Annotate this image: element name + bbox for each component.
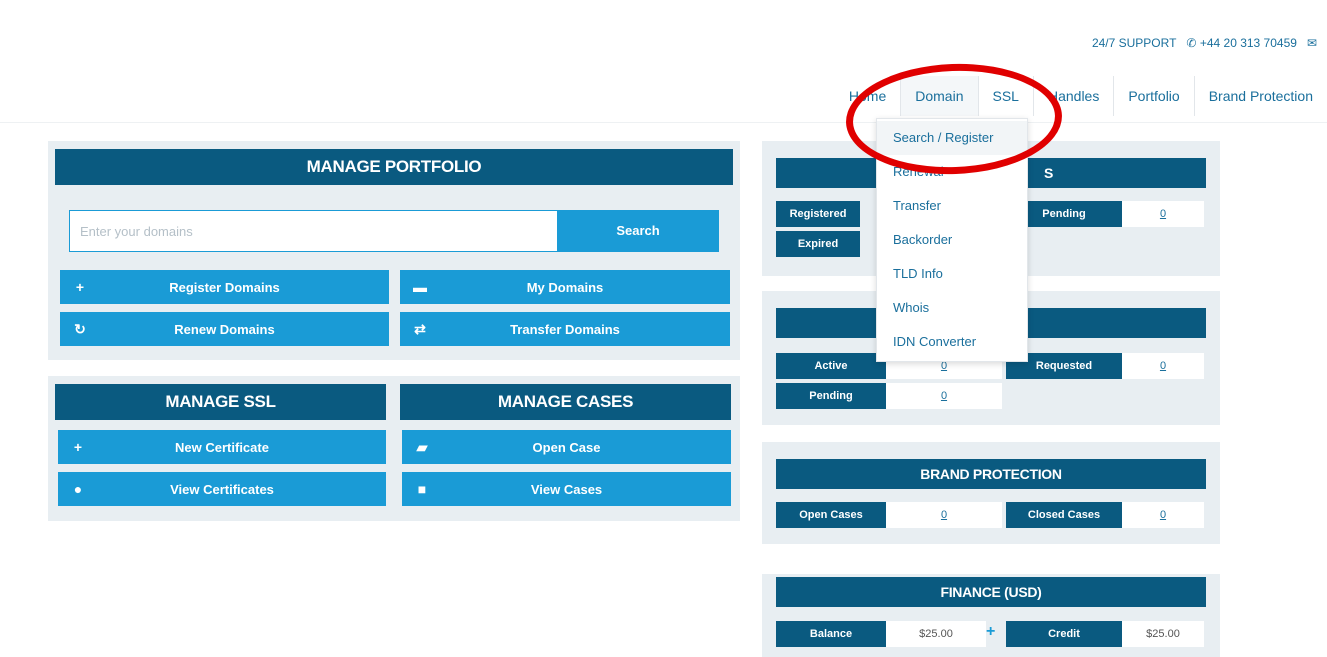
- domain-search-input[interactable]: [70, 211, 557, 251]
- support-bar: 24/7 SUPPORT ✆ +44 20 313 70459 ✉: [1092, 36, 1317, 50]
- new-certificate-button[interactable]: + New Certificate: [58, 430, 386, 464]
- credit-value: $25.00: [1122, 621, 1204, 647]
- closed-cases-label: Closed Cases: [1006, 502, 1122, 528]
- handles-pending-value[interactable]: 0: [886, 383, 1002, 409]
- transfer-domains-button[interactable]: ⇄ Transfer Domains: [400, 312, 730, 346]
- domain-search-field: [69, 210, 558, 252]
- balance-label: Balance: [776, 621, 886, 647]
- nav-brand-protection[interactable]: Brand Protection: [1193, 76, 1327, 116]
- briefcase-icon: ▬: [413, 279, 427, 295]
- dropdown-transfer[interactable]: Transfer: [877, 189, 1027, 223]
- plus-icon: +: [75, 279, 85, 295]
- folder-open-icon: ▰: [416, 438, 428, 455]
- domain-dropdown-menu: Search / Register Renewal Transfer Backo…: [876, 118, 1028, 362]
- open-cases-value[interactable]: 0: [886, 502, 1002, 528]
- brand-protection-panel: BRAND PROTECTION Open Cases 0 Closed Cas…: [762, 442, 1220, 544]
- closed-cases-value[interactable]: 0: [1122, 502, 1204, 528]
- nav-domain[interactable]: Domain: [900, 76, 978, 116]
- pending-value[interactable]: 0: [1122, 201, 1204, 227]
- manage-ssl-title: MANAGE SSL: [55, 384, 386, 420]
- open-cases-label: Open Cases: [776, 502, 886, 528]
- search-button[interactable]: Search: [557, 210, 719, 252]
- my-domains-button[interactable]: ▬ My Domains: [400, 270, 730, 304]
- circle-icon: ●: [73, 481, 83, 497]
- dropdown-backorder[interactable]: Backorder: [877, 223, 1027, 257]
- phone-link[interactable]: ✆ +44 20 313 70459: [1186, 36, 1297, 50]
- folder-icon: ■: [417, 481, 427, 497]
- exchange-icon: ⇄: [414, 320, 426, 337]
- nav-divider: [0, 122, 1327, 123]
- finance-title: FINANCE (USD): [776, 577, 1206, 607]
- open-case-button[interactable]: ▰ Open Case: [402, 430, 731, 464]
- handles-pending-label: Pending: [776, 383, 886, 409]
- manage-portfolio-title: MANAGE PORTFOLIO: [55, 149, 733, 185]
- credit-label: Credit: [1006, 621, 1122, 647]
- requested-value[interactable]: 0: [1122, 353, 1204, 379]
- registered-label: Registered: [776, 201, 860, 227]
- dropdown-renewal[interactable]: Renewal: [877, 155, 1027, 189]
- plus-icon: +: [73, 439, 83, 455]
- support-label: 24/7 SUPPORT: [1091, 36, 1177, 50]
- nav-home[interactable]: Home: [835, 76, 900, 116]
- renew-domains-button[interactable]: ↻ Renew Domains: [60, 312, 389, 346]
- view-certificates-button[interactable]: ● View Certificates: [58, 472, 386, 506]
- nav-ssl[interactable]: SSL: [977, 76, 1033, 116]
- mail-icon[interactable]: ✉: [1307, 36, 1317, 50]
- nav-portfolio[interactable]: Portfolio: [1113, 76, 1193, 116]
- expired-label: Expired: [776, 231, 860, 257]
- add-funds-icon[interactable]: +: [986, 623, 995, 641]
- view-cases-button[interactable]: ■ View Cases: [402, 472, 731, 506]
- register-domains-button[interactable]: + Register Domains: [60, 270, 389, 304]
- dropdown-idn-converter[interactable]: IDN Converter: [877, 325, 1027, 359]
- dropdown-whois[interactable]: Whois: [877, 291, 1027, 325]
- brand-protection-title: BRAND PROTECTION: [776, 459, 1206, 489]
- nav-handles[interactable]: Handles: [1032, 76, 1113, 116]
- main-nav: Home Domain SSL Handles Portfolio Brand …: [835, 72, 1327, 120]
- manage-portfolio-panel: MANAGE PORTFOLIO Search + Register Domai…: [48, 141, 740, 360]
- dropdown-search-register[interactable]: Search / Register: [877, 121, 1027, 155]
- manage-cases-title: MANAGE CASES: [400, 384, 731, 420]
- finance-panel: FINANCE (USD) Balance $25.00 + Credit $2…: [762, 574, 1220, 657]
- active-label: Active: [776, 353, 886, 379]
- dropdown-tld-info[interactable]: TLD Info: [877, 257, 1027, 291]
- phone-icon: ✆: [1186, 36, 1197, 50]
- manage-ssl-cases-panel: MANAGE SSL MANAGE CASES + New Certificat…: [48, 376, 740, 521]
- balance-value: $25.00: [886, 621, 986, 647]
- refresh-icon: ↻: [74, 320, 86, 337]
